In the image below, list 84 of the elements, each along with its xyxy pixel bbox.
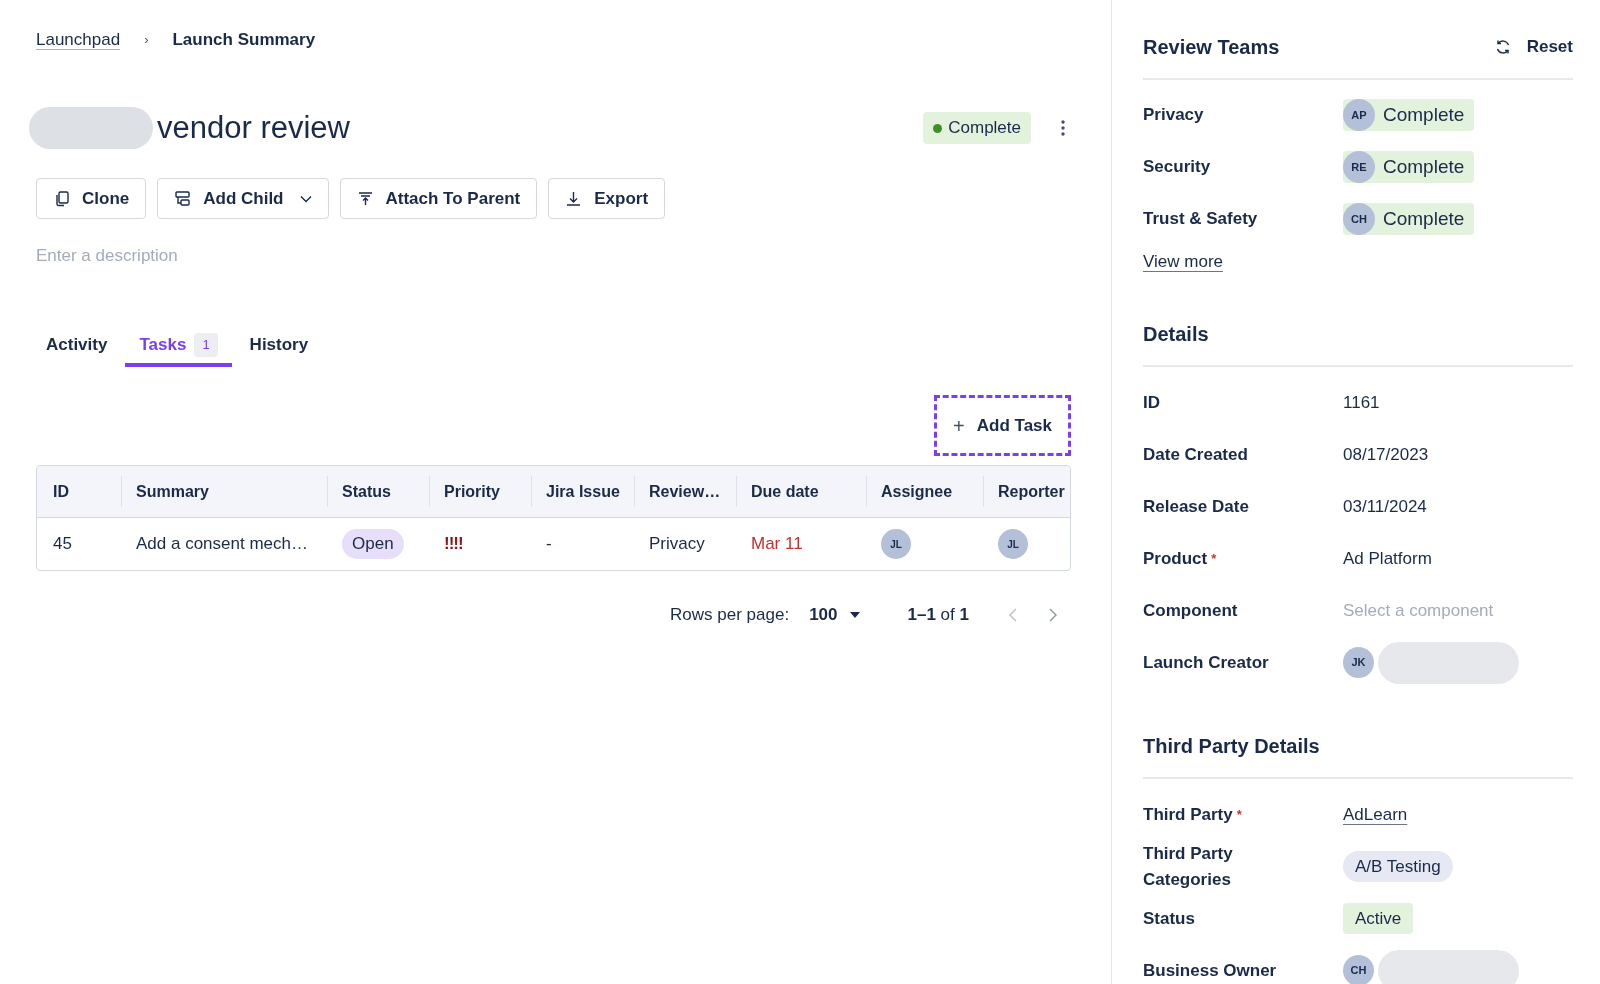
field-label: Third Party Categories <box>1143 842 1234 891</box>
field-value: 03/11/2024 <box>1343 495 1427 518</box>
field-label: Launch Creator <box>1143 651 1270 674</box>
column-header[interactable]: Reporter <box>998 479 1065 504</box>
plus-icon: + <box>953 410 965 441</box>
copy-icon <box>53 190 70 207</box>
section-title: Third Party Details <box>1143 733 1320 759</box>
avatar: AP <box>1343 99 1375 131</box>
chevron-left-icon <box>1009 607 1017 622</box>
download-icon <box>565 190 583 207</box>
field-value: 1161 <box>1343 391 1380 414</box>
refresh-icon <box>1494 39 1511 55</box>
previous-page-button[interactable] <box>1009 607 1017 622</box>
count-badge: 1 <box>194 333 218 357</box>
field-label: Security <box>1143 156 1212 179</box>
page-title: vendor review <box>157 108 350 147</box>
field-label: Status <box>1143 907 1196 930</box>
field-label: Component <box>1143 599 1239 622</box>
action-button[interactable]: Clone <box>36 178 147 219</box>
column-header[interactable]: Due date <box>751 479 819 504</box>
add-task-button[interactable]: + Add Task <box>934 395 1071 456</box>
tab[interactable]: Tasks 1 <box>125 327 232 367</box>
page-range: 1–1 of 1 <box>907 604 969 626</box>
tab[interactable]: History <box>235 327 323 367</box>
column-header[interactable]: Priority <box>444 479 500 504</box>
column-header[interactable]: Assignee <box>881 479 953 504</box>
category-tag: A/B Testing <box>1343 851 1453 882</box>
field-label: Trust & Safety <box>1143 208 1259 231</box>
breadcrumb-current: Launch Summary <box>172 29 316 52</box>
avatar: CH <box>1343 203 1375 235</box>
action-button[interactable]: Export <box>548 178 666 219</box>
priority-indicator: !!!! <box>444 533 463 556</box>
more-icon <box>1061 120 1065 136</box>
field-label: Release Date <box>1143 495 1250 518</box>
table-cell-text: 45 <box>53 533 72 556</box>
field-label: Product * <box>1143 547 1218 570</box>
avatar: JL <box>881 529 911 559</box>
column-header[interactable]: Jira Issue <box>546 479 620 504</box>
chevron-right-icon <box>1049 607 1057 622</box>
avatar: JL <box>998 529 1028 559</box>
avatar: JK <box>1343 647 1374 678</box>
field-value: Ad Platform <box>1343 547 1432 570</box>
rows-per-page-select[interactable]: 100 <box>809 602 860 628</box>
table-cell-text: Mar 11 <box>751 533 803 556</box>
action-button[interactable]: Add Child <box>157 178 329 219</box>
chevron-down-icon <box>299 194 312 203</box>
upload-icon <box>356 190 374 207</box>
reset-button[interactable]: Reset <box>1494 34 1573 60</box>
breadcrumb-link[interactable]: Launchpad <box>36 27 121 53</box>
required-asterisk: * <box>1211 550 1217 566</box>
tab[interactable]: Activity <box>32 327 122 367</box>
section-title: Review Teams <box>1143 35 1280 60</box>
chip-label: Complete <box>1383 154 1465 179</box>
avatar: CH <box>1343 955 1374 984</box>
action-button[interactable]: Attach To Parent <box>339 178 538 219</box>
column-header[interactable]: ID <box>53 479 69 504</box>
column-header[interactable]: Review… <box>649 479 721 504</box>
column-header[interactable]: Summary <box>136 479 209 504</box>
status-pill: Open <box>342 529 404 559</box>
hierarchy-icon <box>174 190 192 207</box>
table-cell-text: Add a consent mech… <box>136 533 308 556</box>
field-link[interactable]: AdLearn <box>1343 801 1408 828</box>
column-header[interactable]: Status <box>342 479 391 504</box>
section-title: Details <box>1143 321 1209 347</box>
table-cell-text: Privacy <box>649 533 705 556</box>
field-value: 08/17/2023 <box>1343 443 1429 466</box>
chip-label: Complete <box>1383 206 1465 231</box>
view-more-link[interactable]: View more <box>1143 249 1223 275</box>
field-label: ID <box>1143 391 1161 414</box>
description-field[interactable]: Enter a description <box>36 242 536 270</box>
table-cell-text: - <box>546 533 552 556</box>
field-label: Business Owner <box>1143 959 1278 982</box>
breadcrumb-separator: › <box>144 31 149 50</box>
avatar: RE <box>1343 151 1375 183</box>
next-page-button[interactable] <box>1049 607 1057 622</box>
field-label: Date Created <box>1143 443 1249 466</box>
status-badge: Active <box>1343 903 1414 934</box>
caret-down-icon <box>849 611 860 618</box>
rows-per-page-label: Rows per page: <box>670 604 790 626</box>
required-asterisk: * <box>1236 806 1242 822</box>
field-label: Privacy <box>1143 104 1205 127</box>
chip-label: Complete <box>1383 102 1465 127</box>
field-label: Third Party * <box>1143 803 1243 826</box>
status-badge: Complete <box>923 112 1031 144</box>
